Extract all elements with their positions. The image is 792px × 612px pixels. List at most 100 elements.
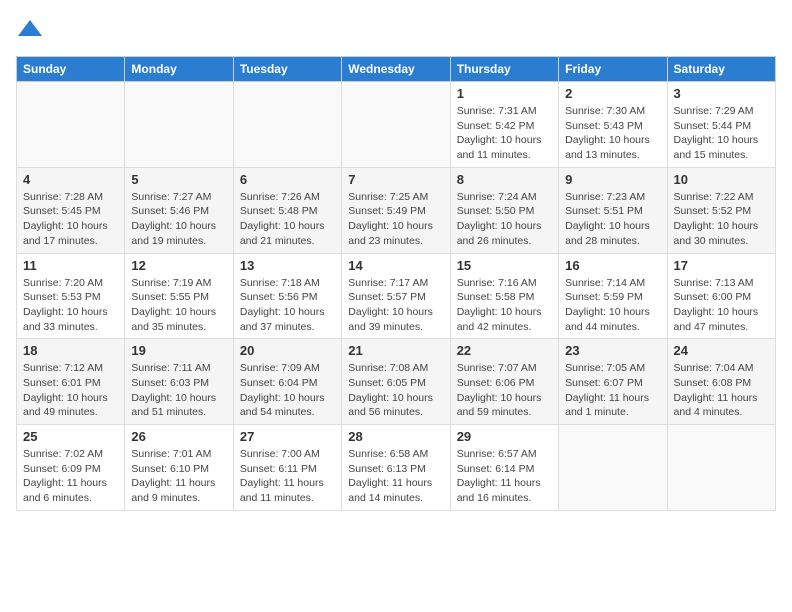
day-info: Sunrise: 7:28 AM Sunset: 5:45 PM Dayligh… — [23, 190, 118, 249]
calendar-cell: 12Sunrise: 7:19 AM Sunset: 5:55 PM Dayli… — [125, 253, 233, 339]
day-number: 28 — [348, 429, 443, 444]
day-info: Sunrise: 7:11 AM Sunset: 6:03 PM Dayligh… — [131, 361, 226, 420]
calendar-cell: 13 Sunrise: 7:18 AM Sunset: 5:56 PM Dayli… — [233, 253, 341, 339]
calendar-cell: 4 Sunrise: 7:28 AM Sunset: 5:45 PM Daylig… — [17, 167, 125, 253]
day-number: 8 — [457, 172, 552, 187]
day-info: Sunrise: 7:20 AM Sunset: 5:53 PM Dayligh… — [23, 276, 118, 335]
day-info: Sunrise: 7:27 AM Sunset: 5:46 PM Dayligh… — [131, 190, 226, 249]
col-header-tuesday: Tuesday — [233, 57, 341, 82]
day-info: Sunrise: 7:01 AM Sunset: 6:10 PM Dayligh… — [131, 447, 226, 506]
col-header-sunday: Sunday — [17, 57, 125, 82]
day-number: 26 — [131, 429, 226, 444]
calendar-cell: 2 Sunrise: 7:30 AM Sunset: 5:43 PM Daylig… — [559, 82, 667, 168]
day-info: Sunrise: 7:00 AM Sunset: 6:11 PM Dayligh… — [240, 447, 335, 506]
day-info: Sunrise: 7:16 AM Sunset: 5:58 PM Dayligh… — [457, 276, 552, 335]
calendar-cell: 8 Sunrise: 7:24 AM Sunset: 5:50 PM Daylig… — [450, 167, 558, 253]
day-info: Sunrise: 7:24 AM Sunset: 5:50 PM Dayligh… — [457, 190, 552, 249]
day-info: Sunrise: 7:07 AM Sunset: 6:06 PM Dayligh… — [457, 361, 552, 420]
day-number: 1 — [457, 86, 552, 101]
day-info: Sunrise: 7:04 AM Sunset: 6:08 PM Dayligh… — [674, 361, 769, 420]
col-header-wednesday: Wednesday — [342, 57, 450, 82]
day-info: Sunrise: 7:30 AM Sunset: 5:43 PM Dayligh… — [565, 104, 660, 163]
calendar-cell: 27 Sunrise: 7:00 AM Sunset: 6:11 PM Dayli… — [233, 425, 341, 511]
day-number: 20 — [240, 343, 335, 358]
day-number: 6 — [240, 172, 335, 187]
day-info: Sunrise: 7:02 AM Sunset: 6:09 PM Dayligh… — [23, 447, 118, 506]
calendar-cell — [342, 82, 450, 168]
day-info: Sunrise: 7:14 AM Sunset: 5:59 PM Dayligh… — [565, 276, 660, 335]
day-info: Sunrise: 7:22 AM Sunset: 5:52 PM Dayligh… — [674, 190, 769, 249]
col-header-saturday: Saturday — [667, 57, 775, 82]
day-number: 21 — [348, 343, 443, 358]
calendar-cell — [125, 82, 233, 168]
day-number: 12 — [131, 258, 226, 273]
day-info: Sunrise: 7:26 AM Sunset: 5:48 PM Dayligh… — [240, 190, 335, 249]
calendar-cell: 16 Sunrise: 7:14 AM Sunset: 5:59 PM Dayli… — [559, 253, 667, 339]
col-header-friday: Friday — [559, 57, 667, 82]
calendar-week-5: 25 Sunrise: 7:02 AM Sunset: 6:09 PM Dayli… — [17, 425, 776, 511]
day-number: 15 — [457, 258, 552, 273]
col-header-thursday: Thursday — [450, 57, 558, 82]
logo — [16, 16, 48, 44]
calendar-cell: 25 Sunrise: 7:02 AM Sunset: 6:09 PM Dayli… — [17, 425, 125, 511]
calendar-week-2: 4 Sunrise: 7:28 AM Sunset: 5:45 PM Daylig… — [17, 167, 776, 253]
calendar-cell — [559, 425, 667, 511]
day-number: 25 — [23, 429, 118, 444]
calendar-cell: 18 Sunrise: 7:12 AM Sunset: 6:01 PM Dayli… — [17, 339, 125, 425]
day-number: 2 — [565, 86, 660, 101]
logo-icon — [16, 16, 44, 44]
calendar-cell: 22 Sunrise: 7:07 AM Sunset: 6:06 PM Dayli… — [450, 339, 558, 425]
calendar-cell: 23Sunrise: 7:05 AM Sunset: 6:07 PM Dayli… — [559, 339, 667, 425]
day-info: Sunrise: 7:25 AM Sunset: 5:49 PM Dayligh… — [348, 190, 443, 249]
day-number: 10 — [674, 172, 769, 187]
day-info: Sunrise: 7:13 AM Sunset: 6:00 PM Dayligh… — [674, 276, 769, 335]
day-info: Sunrise: 7:31 AM Sunset: 5:42 PM Dayligh… — [457, 104, 552, 163]
calendar-cell: 15 Sunrise: 7:16 AM Sunset: 5:58 PM Dayli… — [450, 253, 558, 339]
calendar-cell: 7 Sunrise: 7:25 AM Sunset: 5:49 PM Daylig… — [342, 167, 450, 253]
calendar-cell: 29Sunrise: 6:57 AM Sunset: 6:14 PM Dayli… — [450, 425, 558, 511]
calendar-cell: 11 Sunrise: 7:20 AM Sunset: 5:53 PM Dayli… — [17, 253, 125, 339]
calendar-cell: 14 Sunrise: 7:17 AM Sunset: 5:57 PM Dayli… — [342, 253, 450, 339]
calendar-cell: 21 Sunrise: 7:08 AM Sunset: 6:05 PM Dayli… — [342, 339, 450, 425]
calendar-cell: 24Sunrise: 7:04 AM Sunset: 6:08 PM Dayli… — [667, 339, 775, 425]
day-number: 9 — [565, 172, 660, 187]
calendar-cell: 17Sunrise: 7:13 AM Sunset: 6:00 PM Dayli… — [667, 253, 775, 339]
day-number: 4 — [23, 172, 118, 187]
day-info: Sunrise: 7:09 AM Sunset: 6:04 PM Dayligh… — [240, 361, 335, 420]
calendar-cell: 5 Sunrise: 7:27 AM Sunset: 5:46 PM Daylig… — [125, 167, 233, 253]
calendar-header-row: SundayMondayTuesdayWednesdayThursdayFrid… — [17, 57, 776, 82]
calendar-cell — [233, 82, 341, 168]
day-number: 13 — [240, 258, 335, 273]
day-info: Sunrise: 7:29 AM Sunset: 5:44 PM Dayligh… — [674, 104, 769, 163]
day-number: 18 — [23, 343, 118, 358]
day-number: 23 — [565, 343, 660, 358]
day-number: 14 — [348, 258, 443, 273]
page-header — [16, 16, 776, 44]
calendar-cell: 20 Sunrise: 7:09 AM Sunset: 6:04 PM Dayli… — [233, 339, 341, 425]
day-number: 3 — [674, 86, 769, 101]
calendar-table: SundayMondayTuesdayWednesdayThursdayFrid… — [16, 56, 776, 511]
calendar-week-4: 18 Sunrise: 7:12 AM Sunset: 6:01 PM Dayli… — [17, 339, 776, 425]
day-number: 7 — [348, 172, 443, 187]
day-number: 16 — [565, 258, 660, 273]
day-number: 11 — [23, 258, 118, 273]
day-number: 22 — [457, 343, 552, 358]
day-info: Sunrise: 7:08 AM Sunset: 6:05 PM Dayligh… — [348, 361, 443, 420]
calendar-cell — [17, 82, 125, 168]
calendar-cell: 1 Sunrise: 7:31 AM Sunset: 5:42 PM Daylig… — [450, 82, 558, 168]
calendar-cell — [667, 425, 775, 511]
day-info: Sunrise: 7:12 AM Sunset: 6:01 PM Dayligh… — [23, 361, 118, 420]
day-number: 5 — [131, 172, 226, 187]
day-number: 27 — [240, 429, 335, 444]
calendar-cell: 19Sunrise: 7:11 AM Sunset: 6:03 PM Dayli… — [125, 339, 233, 425]
calendar-cell: 3 Sunrise: 7:29 AM Sunset: 5:44 PM Daylig… — [667, 82, 775, 168]
calendar-cell: 28Sunrise: 6:58 AM Sunset: 6:13 PM Dayli… — [342, 425, 450, 511]
calendar-week-3: 11 Sunrise: 7:20 AM Sunset: 5:53 PM Dayli… — [17, 253, 776, 339]
day-info: Sunrise: 7:17 AM Sunset: 5:57 PM Dayligh… — [348, 276, 443, 335]
calendar-cell: 6 Sunrise: 7:26 AM Sunset: 5:48 PM Daylig… — [233, 167, 341, 253]
day-info: Sunrise: 7:18 AM Sunset: 5:56 PM Dayligh… — [240, 276, 335, 335]
day-info: Sunrise: 7:23 AM Sunset: 5:51 PM Dayligh… — [565, 190, 660, 249]
calendar-cell: 26 Sunrise: 7:01 AM Sunset: 6:10 PM Dayli… — [125, 425, 233, 511]
calendar-week-1: 1 Sunrise: 7:31 AM Sunset: 5:42 PM Daylig… — [17, 82, 776, 168]
calendar-cell: 10 Sunrise: 7:22 AM Sunset: 5:52 PM Dayli… — [667, 167, 775, 253]
